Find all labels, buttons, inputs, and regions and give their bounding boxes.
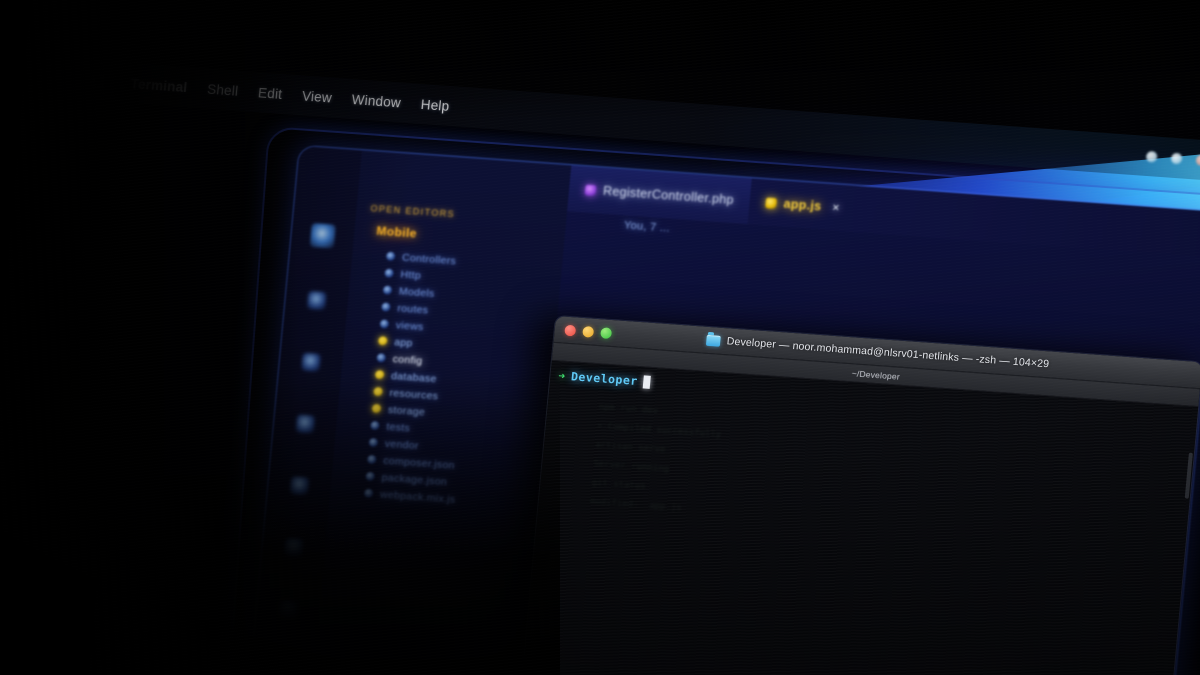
modified-file-icon — [376, 353, 387, 363]
php-file-icon — [584, 184, 597, 196]
minimize-button[interactable] — [582, 325, 595, 338]
prompt-cwd-label: Developer — [570, 369, 639, 388]
control-center-icon[interactable] — [1170, 152, 1183, 164]
file-icon — [363, 488, 374, 499]
menu-bar-status-area — [1145, 150, 1200, 167]
menu-item-view[interactable]: View — [291, 87, 342, 105]
menu-item-terminal[interactable]: Terminal — [120, 75, 198, 95]
editor-tab-bar: RegisterController.php app.js × — [567, 165, 1200, 258]
file-icon — [370, 420, 380, 431]
terminal-body[interactable]: npm run dev > Compiled successfully arti… — [522, 360, 1199, 675]
extensions-icon[interactable] — [289, 476, 310, 496]
close-icon[interactable]: × — [832, 200, 840, 214]
file-tree-item-label: webpack.mix.js — [379, 488, 456, 506]
prompt-arrow-icon: ➜ — [557, 368, 566, 383]
file-tree-item-label: config — [392, 352, 424, 367]
menu-item-help[interactable]: Help — [410, 96, 460, 114]
tab-label: RegisterController.php — [602, 183, 735, 208]
tab-label: app.js — [782, 196, 823, 214]
terminal-tab-label: ~/Developer — [851, 367, 901, 382]
file-icon — [366, 454, 377, 465]
macos-menu-bar:  Terminal Shell Edit View Window Help — [56, 58, 1200, 183]
modified-file-icon — [377, 336, 388, 346]
file-tree-item-label: tests — [385, 420, 411, 435]
explorer-icon[interactable] — [309, 223, 336, 249]
traffic-lights — [554, 323, 613, 339]
file-tree-item-label: Models — [398, 284, 436, 300]
file-tree-item-label: vendor — [384, 437, 420, 452]
modified-file-icon — [373, 386, 384, 397]
menu-item-edit[interactable]: Edit — [247, 84, 292, 102]
file-tree-item-label: app — [393, 335, 414, 350]
file-icon — [379, 319, 390, 329]
file-icon — [381, 302, 391, 312]
file-tree-item-label: views — [395, 318, 425, 333]
text-cursor — [643, 374, 652, 389]
file-tree-item-label: Controllers — [401, 251, 457, 267]
file-tree-item-label: resources — [389, 386, 439, 403]
apple-logo-icon[interactable]:  — [91, 71, 106, 91]
file-tree-item-label: storage — [387, 403, 426, 419]
wifi-icon[interactable] — [1145, 150, 1158, 163]
file-icon — [385, 251, 396, 262]
tab-register-controller-php[interactable]: RegisterController.php — [567, 165, 752, 225]
close-button[interactable] — [564, 324, 577, 336]
file-icon — [384, 268, 395, 279]
modified-file-icon — [374, 369, 385, 380]
file-icon — [368, 437, 379, 448]
photo-of-monitor:  Terminal Shell Edit View Window Help — [0, 0, 1200, 675]
tab-app-js[interactable]: app.js × — [748, 178, 858, 231]
search-icon[interactable] — [306, 290, 327, 311]
terminal-scrollbar[interactable] — [1184, 452, 1193, 499]
file-tree-item-label: routes — [396, 301, 429, 317]
file-tree-item-label: package.json — [381, 471, 448, 488]
sidebar-section-title: OPEN EDITORS — [370, 203, 456, 220]
menu-item-window[interactable]: Window — [341, 91, 412, 111]
folder-icon — [706, 334, 722, 347]
zoom-button[interactable] — [600, 326, 613, 339]
battery-icon[interactable] — [1195, 154, 1200, 166]
source-control-icon[interactable] — [301, 352, 321, 372]
git-blame-annotation: You, 7 ... — [623, 219, 671, 235]
file-tree-item-label: database — [390, 369, 438, 385]
file-icon — [382, 285, 393, 295]
modified-file-icon — [371, 403, 382, 414]
run-debug-icon[interactable] — [295, 414, 316, 434]
file-tree-item-label: Http — [400, 268, 422, 282]
remote-icon[interactable] — [284, 537, 304, 558]
terminal-window[interactable]: Developer — noor.mohammad@nlsrv01-netlin… — [522, 316, 1200, 675]
menu-item-shell[interactable]: Shell — [197, 80, 249, 99]
monitor-screen:  Terminal Shell Edit View Window Help — [0, 0, 1200, 675]
file-icon — [365, 471, 376, 482]
accounts-icon[interactable] — [278, 599, 298, 619]
js-file-icon — [765, 196, 778, 209]
